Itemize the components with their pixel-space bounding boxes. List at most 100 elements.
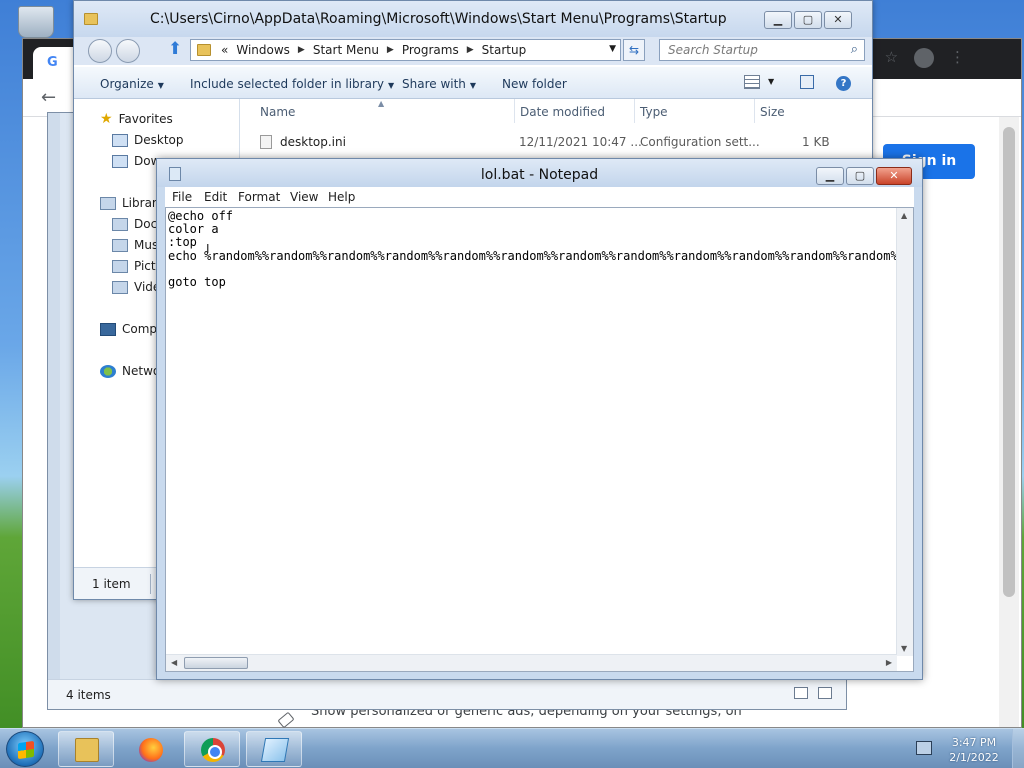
file-size: 1 KB (802, 135, 830, 149)
up-arrow-icon[interactable]: ⬆ (168, 39, 182, 59)
windows-logo-icon (18, 740, 34, 760)
nav-libraries[interactable]: Librari (100, 196, 160, 210)
system-clock[interactable]: 3:47 PM 2/1/2022 (946, 735, 1002, 765)
preview-pane-icon[interactable] (800, 75, 814, 89)
column-divider[interactable] (514, 99, 515, 123)
include-in-library-button[interactable]: Include selected folder in library ▼ (190, 77, 394, 91)
breadcrumb-windows[interactable]: Windows (236, 43, 290, 57)
chrome-icon (201, 738, 225, 762)
horizontal-scrollbar[interactable]: ◀ ▶ (166, 654, 897, 671)
search-icon[interactable]: ⌕ (851, 42, 858, 57)
taskbar-firefox[interactable] (122, 731, 178, 767)
taskbar-chrome[interactable] (184, 731, 240, 767)
nav-favorites[interactable]: ★ Favorites (100, 111, 173, 127)
firefox-icon (139, 738, 163, 762)
breadcrumb: « Windows ▶ Start Menu ▶ Programs ▶ Star… (221, 43, 526, 57)
menu-edit[interactable]: Edit (204, 190, 227, 204)
notepad-title: lol.bat - Notepad (480, 167, 599, 183)
back-arrow-icon[interactable]: ← (41, 87, 56, 108)
videos-icon (112, 280, 128, 294)
notepad-titlebar[interactable]: lol.bat - Notepad ▁ ▢ ✕ (157, 159, 922, 187)
network-tray-icon[interactable] (916, 741, 932, 755)
large-icons-view-icon[interactable] (818, 687, 832, 699)
clock-date: 2/1/2022 (949, 751, 999, 764)
notepad-close-button[interactable]: ✕ (876, 167, 912, 185)
vertical-scrollbar[interactable]: ▲ ▼ (896, 208, 913, 656)
profile-avatar-icon[interactable] (914, 48, 935, 68)
scroll-up-arrow-icon[interactable]: ▲ (901, 211, 907, 220)
notepad-minimize-button[interactable]: ▁ (816, 167, 844, 185)
column-divider[interactable] (634, 99, 635, 123)
new-folder-button[interactable]: New folder (502, 77, 567, 91)
share-with-button[interactable]: Share with ▼ (402, 77, 476, 91)
column-size[interactable]: Size (760, 105, 785, 119)
refresh-button[interactable]: ⇆ (623, 39, 645, 61)
scroll-right-arrow-icon[interactable]: ▶ (886, 658, 892, 667)
folder-icon (84, 13, 98, 25)
details-view-icon[interactable] (794, 687, 808, 699)
chrome-scrollbar[interactable] (999, 117, 1019, 727)
breadcrumb-programs[interactable]: Programs (402, 43, 459, 57)
address-bar[interactable]: « Windows ▶ Start Menu ▶ Programs ▶ Star… (190, 39, 621, 61)
search-placeholder: Search Startup (668, 43, 758, 57)
nav-downloads[interactable]: Dow (112, 154, 160, 168)
chrome-toolbar-icons: ⇪ ☆ ⋮ (856, 48, 986, 70)
scroll-down-arrow-icon[interactable]: ▼ (901, 644, 907, 653)
chevron-right-icon[interactable]: ▶ (467, 43, 474, 57)
computer-icon (100, 322, 116, 336)
show-desktop-button[interactable] (1012, 729, 1024, 768)
nav-network[interactable]: Netwo (100, 364, 160, 378)
view-dropdown-icon[interactable]: ▼ (768, 77, 774, 86)
nav-music[interactable]: Mus (112, 238, 158, 252)
menu-help[interactable]: Help (328, 190, 355, 204)
column-divider[interactable] (754, 99, 755, 123)
change-view-icon[interactable] (744, 75, 760, 89)
horizontal-scroll-thumb[interactable] (184, 657, 248, 669)
address-dropdown-icon[interactable]: ▼ (609, 44, 616, 54)
file-type: Configuration sett... (640, 135, 760, 149)
menu-format[interactable]: Format (238, 190, 280, 204)
menu-view[interactable]: View (290, 190, 318, 204)
search-input[interactable]: Search Startup ⌕ (659, 39, 865, 61)
close-button[interactable]: ✕ (824, 11, 852, 29)
organize-button[interactable]: Organize ▼ (100, 77, 164, 91)
help-icon[interactable]: ? (836, 76, 851, 91)
back-button[interactable] (88, 39, 112, 63)
nav-desktop[interactable]: Desktop (112, 133, 184, 147)
nav-computer[interactable]: Comp (100, 322, 157, 336)
folder-icon (75, 738, 99, 762)
notepad-text-area[interactable]: @echo off color a :top echo %random%%ran… (165, 207, 914, 672)
breadcrumb-start-menu[interactable]: Start Menu (313, 43, 379, 57)
network-icon (100, 364, 116, 378)
taskbar-explorer[interactable] (58, 731, 114, 767)
taskbar: 3:47 PM 2/1/2022 (0, 728, 1024, 768)
forward-button[interactable] (116, 39, 140, 63)
explorer-titlebar[interactable]: C:\Users\Cirno\AppData\Roaming\Microsoft… (74, 1, 872, 37)
column-name[interactable]: Name (260, 105, 295, 119)
start-button[interactable] (6, 731, 44, 767)
address-folder-icon (197, 44, 211, 56)
minimize-button[interactable]: ▁ (764, 11, 792, 29)
file-name: desktop.ini (280, 135, 346, 149)
recycle-bin-icon[interactable] (18, 6, 54, 38)
bookmark-star-icon[interactable]: ☆ (885, 48, 898, 70)
chevron-right-icon[interactable]: ▶ (387, 43, 394, 57)
file-row[interactable]: desktop.ini 12/11/2021 10:47 ... Configu… (240, 131, 872, 153)
taskbar-notepad[interactable] (246, 731, 302, 767)
scroll-left-arrow-icon[interactable]: ◀ (171, 658, 177, 667)
breadcrumb-startup[interactable]: Startup (482, 43, 527, 57)
notepad-maximize-button[interactable]: ▢ (846, 167, 874, 185)
chrome-scroll-thumb[interactable] (1003, 127, 1015, 597)
explorer-back-frame (48, 113, 60, 709)
menu-file[interactable]: File (172, 190, 192, 204)
chevron-right-icon[interactable]: ▶ (298, 43, 305, 57)
tag-icon (277, 711, 295, 729)
chrome-menu-icon[interactable]: ⋮ (950, 48, 965, 70)
notepad-content[interactable]: @echo off color a :top echo %random%%ran… (168, 210, 898, 289)
column-type[interactable]: Type (640, 105, 668, 119)
nav-videos[interactable]: Vide (112, 280, 160, 294)
notepad-window-buttons: ▁ ▢ ✕ (816, 167, 912, 185)
breadcrumb-overflow[interactable]: « (221, 43, 228, 57)
maximize-button[interactable]: ▢ (794, 11, 822, 29)
column-date-modified[interactable]: Date modified (520, 105, 605, 119)
